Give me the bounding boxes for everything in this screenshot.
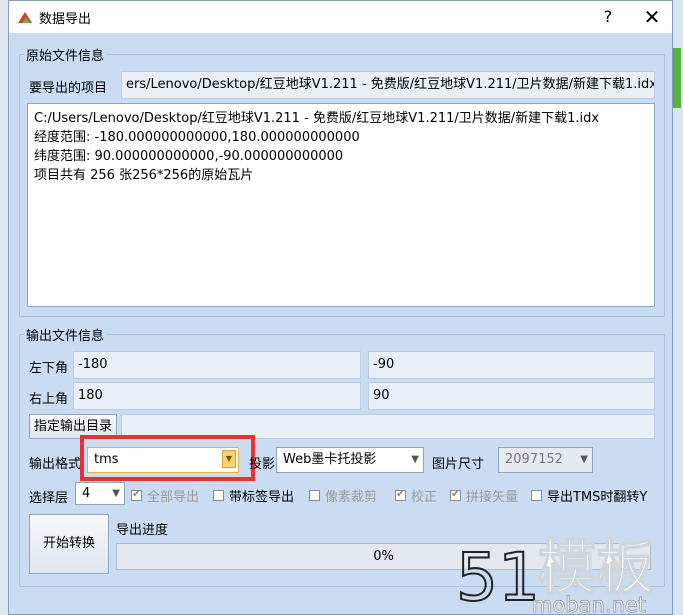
info-line: 纬度范围: 90.000000000000,-90.000000000000 (34, 149, 344, 164)
source-info-legend: 原始文件信息 (26, 49, 105, 64)
checkbox-flip-y-tms[interactable]: 导出TMS时翻转Y (531, 486, 647, 505)
export-dialog: 数据导出 ? ✕ 原始文件信息 要导出的项目 ers/Lenovo/Deskto… (8, 0, 673, 615)
upper-right-label: 右上角 (29, 392, 69, 407)
image-size-value: 2097152 (505, 452, 563, 467)
checkbox-box[interactable] (213, 490, 224, 501)
output-info-legend: 输出文件信息 (26, 329, 105, 344)
watermark-brand: 模板 (538, 534, 654, 602)
checkbox-export-with-labels[interactable]: 带标签导出 (213, 486, 294, 505)
checkbox-label: 全部导出 (147, 490, 200, 505)
checkbox-label: 带标签导出 (229, 490, 295, 505)
progress-label: 导出进度 (116, 523, 169, 538)
chevron-down-icon: ▼ (411, 454, 419, 465)
checkbox-correction[interactable]: 校正 (395, 486, 437, 505)
upper-right-x-input[interactable]: 180 (73, 382, 361, 410)
checkbox-label: 拼接矢量 (466, 490, 519, 505)
output-format-label: 输出格式 (29, 457, 82, 472)
app-logo-icon (18, 12, 32, 23)
watermark-number: 51 (456, 539, 540, 615)
help-button[interactable]: ? (593, 4, 623, 30)
checkbox-label: 像素裁剪 (325, 490, 378, 505)
checkbox-label: 校正 (411, 490, 438, 505)
image-size-label: 图片尺寸 (432, 457, 485, 472)
checkbox-box[interactable] (531, 490, 542, 501)
project-path-field[interactable]: ers/Lenovo/Desktop/红豆地球V1.211 - 免费版/红豆地球… (121, 71, 655, 99)
lower-left-y-input[interactable]: -90 (368, 351, 655, 379)
chevron-down-icon: ▼ (112, 488, 120, 499)
checkbox-box[interactable] (395, 487, 406, 501)
info-line: 经度范围: -180.000000000000,180.000000000000 (34, 130, 360, 145)
watermark-site: moban.net (532, 593, 646, 615)
image-size-select[interactable]: 2097152 ▼ (498, 447, 593, 473)
projection-label: 投影 (249, 457, 276, 472)
chevron-down-icon: ▼ (580, 454, 588, 465)
checkbox-merge-vector[interactable]: 拼接矢量 (450, 486, 518, 505)
start-convert-button[interactable]: 开始转换 (29, 514, 109, 574)
checkbox-box[interactable] (450, 487, 461, 501)
info-line: 项目共有 256 张256*256的原始瓦片 (34, 168, 254, 183)
watermark-logo: 51 模板 moban.net (455, 533, 655, 615)
checkbox-label: 导出TMS时翻转Y (547, 490, 648, 505)
upper-right-y-input[interactable]: 90 (368, 382, 655, 410)
highlight-annotation (80, 435, 255, 481)
checkbox-export-all[interactable]: 全部导出 (131, 486, 199, 505)
checkbox-box[interactable] (309, 490, 320, 501)
close-button[interactable]: ✕ (637, 4, 667, 30)
level-select[interactable]: 4 ▼ (75, 482, 125, 505)
lower-left-x-input[interactable]: -180 (73, 351, 361, 379)
level-label: 选择层 (29, 491, 69, 506)
checkbox-pixel-crop[interactable]: 像素裁剪 (309, 486, 377, 505)
title-bar: 数据导出 ? ✕ (9, 1, 672, 33)
checkbox-box[interactable] (131, 487, 142, 501)
projection-select[interactable]: Web墨卡托投影 ▼ (276, 447, 424, 473)
window-title: 数据导出 (39, 12, 92, 27)
info-line: C:/Users/Lenovo/Desktop/红豆地球V1.211 - 免费版… (34, 111, 600, 126)
source-info-textarea[interactable]: C:/Users/Lenovo/Desktop/红豆地球V1.211 - 免费版… (27, 103, 655, 307)
project-label: 要导出的项目 (29, 81, 108, 96)
projection-value: Web墨卡托投影 (283, 452, 377, 467)
lower-left-label: 左下角 (29, 361, 69, 376)
level-value: 4 (82, 486, 91, 501)
